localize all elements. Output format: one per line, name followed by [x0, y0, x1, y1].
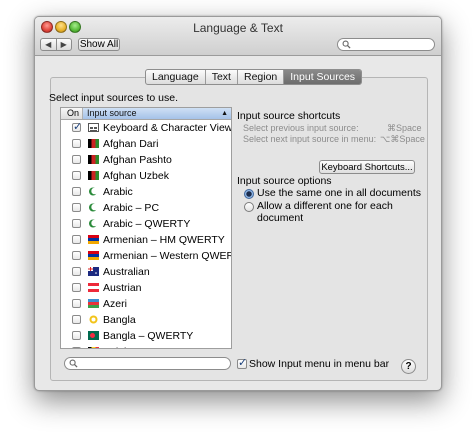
bangla-icon: [88, 315, 99, 324]
list-item[interactable]: Keyboard & Character Viewer: [61, 120, 231, 136]
chevron-right-icon[interactable]: ▶: [55, 39, 72, 50]
enable-checkbox[interactable]: [72, 315, 81, 324]
list-item[interactable]: Bangla – QWERTY: [61, 328, 231, 344]
crescent-icon: [88, 187, 99, 196]
afghanistan-flag-icon: [88, 155, 99, 164]
list-item[interactable]: Arabic – QWERTY: [61, 216, 231, 232]
search-icon: [342, 40, 351, 49]
list-item-label: Bangla: [103, 314, 136, 326]
list-header: On Input source ▲: [61, 108, 231, 120]
search-input[interactable]: [337, 38, 435, 51]
list-item-label: Armenian – HM QWERTY: [103, 234, 225, 246]
list-item-label: Afghan Dari: [103, 138, 159, 150]
preferences-window: Language & Text ◀ ▶ Show All Language Tex…: [34, 16, 442, 391]
list-item[interactable]: Armenian – Western QWERTY: [61, 248, 231, 264]
list-item[interactable]: Arabic: [61, 184, 231, 200]
list-item-label: Armenian – Western QWERTY: [103, 250, 231, 262]
back-forward-group: ◀ ▶: [40, 38, 72, 51]
list-item[interactable]: Austrian: [61, 280, 231, 296]
tab-input-sources[interactable]: Input Sources: [284, 70, 362, 84]
list-item-label: Arabic – QWERTY: [103, 218, 191, 230]
enable-checkbox[interactable]: [72, 171, 81, 180]
list-item-label: Belgian: [103, 346, 138, 348]
armenia-flag-icon: [88, 235, 99, 244]
enable-checkbox[interactable]: [72, 155, 81, 164]
select-sources-label: Select input sources to use.: [49, 92, 178, 104]
shortcut-next-label: Select next input source in menu:: [243, 134, 377, 144]
keyboard-shortcuts-button[interactable]: Keyboard Shortcuts...: [319, 160, 415, 174]
column-header-on[interactable]: On: [61, 108, 83, 119]
radio-different-document-label[interactable]: Allow a different one for each document: [257, 200, 441, 224]
shortcuts-title: Input source shortcuts: [237, 110, 341, 122]
search-icon: [69, 359, 78, 368]
input-source-search-input[interactable]: [64, 357, 231, 370]
list-item[interactable]: Australian: [61, 264, 231, 280]
enable-checkbox[interactable]: [72, 139, 81, 148]
crescent-icon: [88, 203, 99, 212]
help-button[interactable]: ?: [401, 359, 416, 374]
options-title: Input source options: [237, 175, 332, 187]
title-bar[interactable]: Language & Text ◀ ▶ Show All: [35, 17, 441, 56]
list-item[interactable]: Bangla: [61, 312, 231, 328]
shortcut-next-key: ⌥⌘Space: [380, 134, 425, 144]
list-item-label: Austrian: [103, 282, 142, 294]
enable-checkbox[interactable]: [72, 251, 81, 260]
australia-flag-icon: [88, 267, 99, 276]
list-item-label: Australian: [103, 266, 150, 278]
list-item[interactable]: Arabic – PC: [61, 200, 231, 216]
shortcut-previous-key: ⌘Space: [387, 123, 422, 133]
show-input-menu-label[interactable]: Show Input menu in menu bar: [249, 358, 389, 370]
enable-checkbox[interactable]: [72, 283, 81, 292]
austria-flag-icon: [88, 283, 99, 292]
chevron-left-icon[interactable]: ◀: [41, 39, 56, 50]
enable-checkbox[interactable]: [72, 203, 81, 212]
list-item-label: Azeri: [103, 298, 127, 310]
afghanistan-flag-icon: [88, 171, 99, 180]
list-item[interactable]: Afghan Dari: [61, 136, 231, 152]
sort-arrow-icon: ▲: [221, 110, 228, 117]
tab-region[interactable]: Region: [238, 70, 285, 84]
enable-checkbox[interactable]: [72, 267, 81, 276]
bangladesh-flag-icon: [88, 331, 99, 340]
enable-checkbox[interactable]: [72, 299, 81, 308]
radio-same-document-label[interactable]: Use the same one in all documents: [257, 187, 421, 199]
tab-text[interactable]: Text: [206, 70, 238, 84]
tab-bar: Language Text Region Input Sources: [145, 69, 363, 85]
crescent-icon: [88, 219, 99, 228]
enable-checkbox[interactable]: [72, 235, 81, 244]
radio-different-document[interactable]: [244, 202, 254, 212]
shortcut-previous-label: Select previous input source:: [243, 123, 359, 133]
list-item[interactable]: Afghan Uzbek: [61, 168, 231, 184]
list-item-label: Afghan Uzbek: [103, 170, 169, 182]
list-item-label: Afghan Pashto: [103, 154, 172, 166]
list-item-label: Bangla – QWERTY: [103, 330, 194, 342]
tab-language[interactable]: Language: [146, 70, 206, 84]
enable-checkbox[interactable]: [72, 347, 81, 348]
azerbaijan-flag-icon: [88, 299, 99, 308]
keyboard-viewer-icon: [88, 123, 99, 132]
list-item-label: Arabic: [103, 186, 133, 198]
afghanistan-flag-icon: [88, 139, 99, 148]
radio-same-document[interactable]: [244, 189, 254, 199]
list-item[interactable]: Belgian: [61, 344, 231, 348]
enable-checkbox[interactable]: [72, 187, 81, 196]
column-header-label: Input source: [87, 108, 137, 118]
show-all-button[interactable]: Show All: [78, 38, 120, 51]
belgium-flag-icon: [88, 347, 99, 348]
armenia-flag-icon: [88, 251, 99, 260]
list-item[interactable]: Afghan Pashto: [61, 152, 231, 168]
list-item-label: Keyboard & Character Viewer: [103, 122, 232, 134]
list-item[interactable]: Armenian – HM QWERTY: [61, 232, 231, 248]
enable-checkbox[interactable]: [72, 219, 81, 228]
window-title: Language & Text: [193, 21, 283, 35]
list-item[interactable]: Azeri: [61, 296, 231, 312]
enable-checkbox[interactable]: [72, 120, 82, 133]
enable-checkbox[interactable]: [72, 331, 81, 340]
list-item-label: Arabic – PC: [103, 202, 160, 214]
input-source-list[interactable]: On Input source ▲ Keyboard & Character V…: [60, 107, 232, 349]
show-input-menu-checkbox[interactable]: [237, 356, 247, 369]
column-header-input-source[interactable]: Input source ▲: [83, 108, 231, 119]
